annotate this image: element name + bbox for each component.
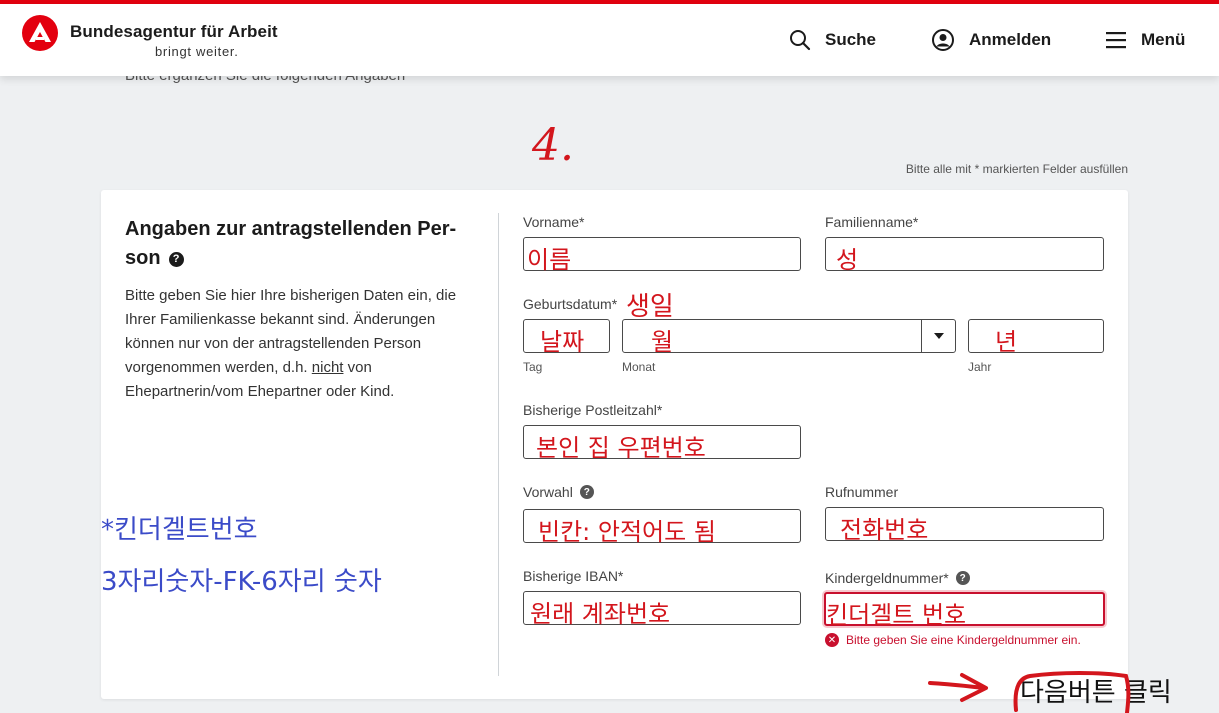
vorname-label: Vorname* [523, 214, 585, 230]
monat-select[interactable]: 월 [622, 319, 956, 356]
iban-input[interactable]: 원래 계좌번호 [523, 591, 801, 628]
org-name: Bundesagentur für Arbeit [70, 22, 278, 41]
rufnummer-input[interactable]: 전화번호 [825, 507, 1104, 544]
kindergeld-error: ✕ Bitte geben Sie eine Kindergeldnummer … [825, 633, 1081, 647]
underlined-word: nicht [311, 359, 344, 376]
search-label: Suche [825, 30, 877, 49]
login-button[interactable]: Anmelden [931, 27, 1051, 53]
kindergeld-label: Kindergeldnummer*? [825, 570, 970, 586]
vorwahl-input[interactable]: 빈칸: 안적어도 됨 [523, 509, 801, 546]
kindergeld-help-icon[interactable]: ? [955, 571, 970, 585]
birthday-annotation: 생일 [626, 292, 674, 322]
hamburger-icon [1106, 32, 1126, 49]
kindergeld-input[interactable]: 킨더겔트 번호 [824, 592, 1105, 629]
tag-sublabel: Tag [523, 360, 543, 374]
blue-note-format: 3자리숫자-FK-6자리 숫자 [101, 567, 382, 597]
login-label: Anmelden [969, 30, 1052, 49]
step-number-annotation: 4. [532, 120, 574, 171]
section-divider [498, 213, 499, 676]
site-header: Bundesagentur für Arbeit bringt weiter. … [0, 4, 1219, 76]
applicant-card: Angaben zur antragstellenden Per-son? Bi… [101, 190, 1128, 699]
familienname-input[interactable]: 성 [825, 237, 1104, 274]
geburtsdatum-label: Geburtsdatum* [523, 296, 618, 312]
section-title: Angaben zur antragstellenden Per-son? [125, 218, 457, 269]
user-icon [932, 29, 954, 51]
vorwahl-help-icon[interactable]: ? [579, 485, 594, 499]
next-button-note: 다음버튼 클릭 [1020, 678, 1172, 708]
familienname-label: Familienname* [825, 214, 919, 230]
vorname-input[interactable]: 이름 [523, 237, 801, 274]
jahr-sublabel: Jahr [968, 360, 992, 374]
iban-label: Bisherige IBAN* [523, 568, 624, 584]
monat-sublabel: Monat [622, 360, 656, 374]
rufnummer-label: Rufnummer [825, 484, 899, 500]
chevron-down-icon [921, 320, 955, 352]
section-description: Bitte geben Sie hier Ihre bisherigen Dat… [125, 287, 457, 400]
tag-input[interactable]: 날짜 [523, 319, 610, 356]
search-button[interactable]: Suche [789, 27, 876, 53]
menu-label: Menü [1141, 30, 1186, 49]
blue-note-kindergeld: *킨더겔트번호 [101, 515, 258, 545]
menu-button[interactable]: Menü [1105, 27, 1185, 53]
ba-logo-icon [22, 15, 58, 51]
org-slogan: bringt weiter. [155, 44, 239, 59]
required-hint: Bitte alle mit * markierten Felder ausfü… [905, 162, 1128, 176]
vorwahl-label: Vorwahl? [523, 484, 594, 500]
error-icon: ✕ [825, 633, 839, 647]
jahr-input[interactable]: 년 [968, 319, 1104, 356]
search-icon [790, 30, 811, 51]
help-icon[interactable]: ? [168, 252, 184, 267]
plz-label: Bisherige Postleitzahl* [523, 402, 663, 418]
plz-input[interactable]: 본인 집 우편번호 [523, 425, 801, 462]
